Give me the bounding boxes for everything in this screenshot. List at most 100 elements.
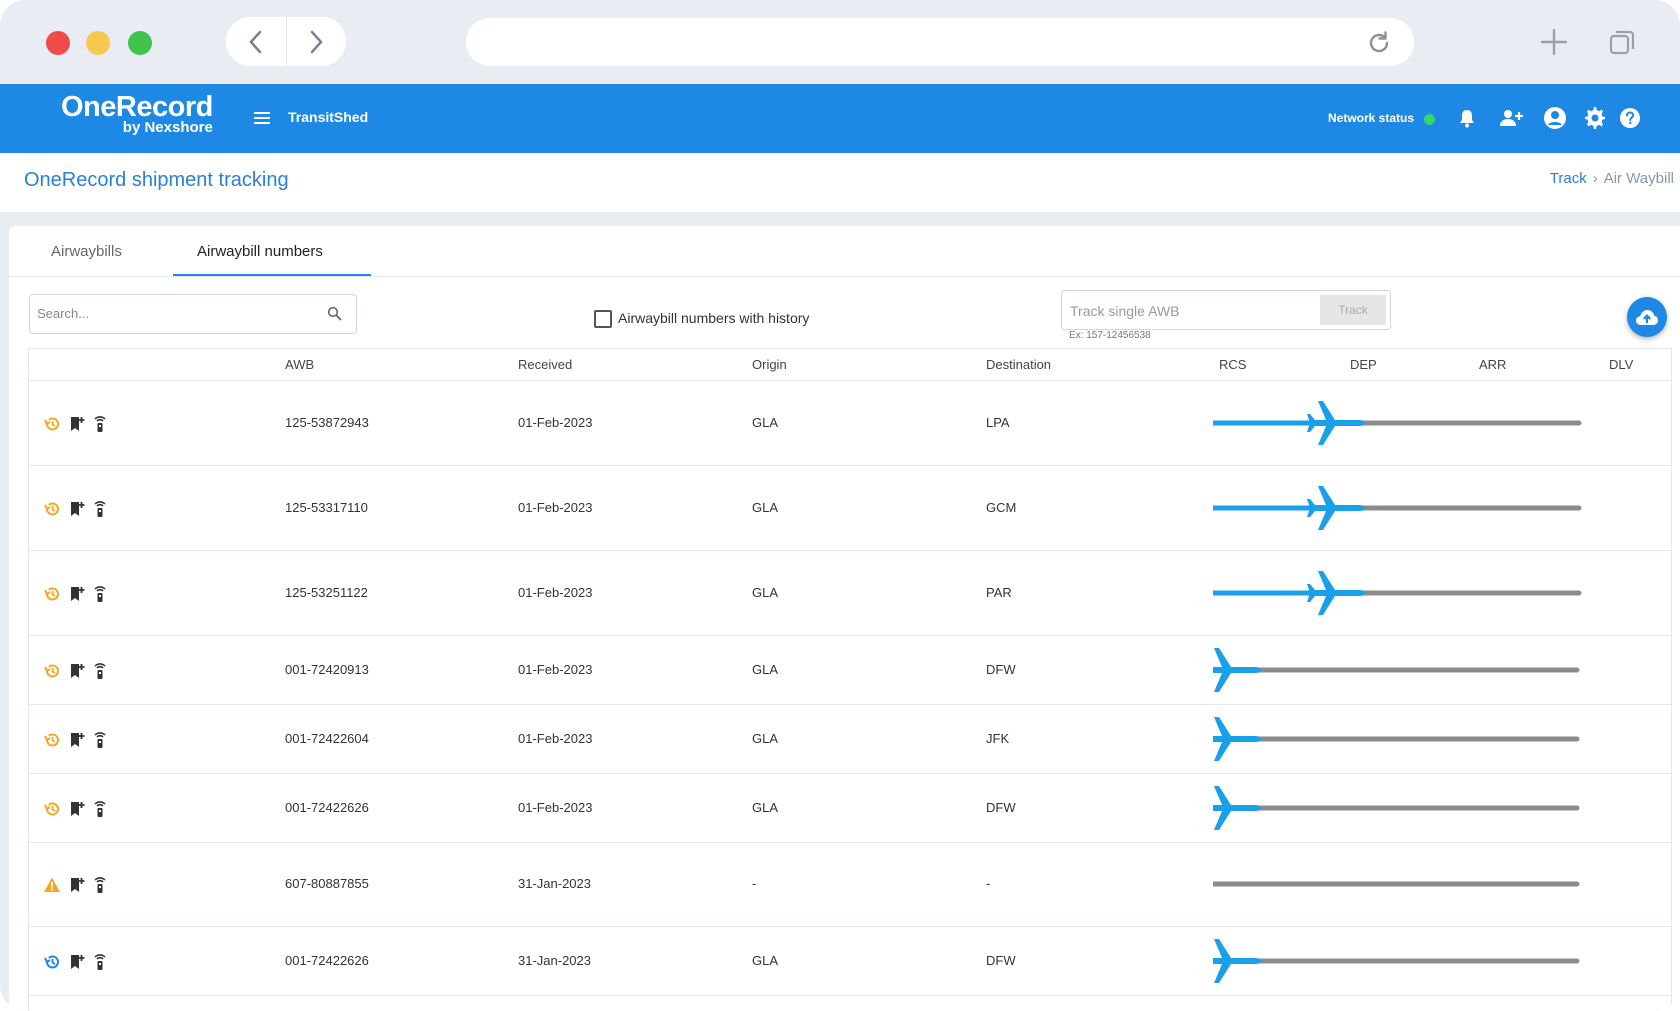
bookmark-icon[interactable]: [68, 876, 86, 894]
row-actions: [43, 876, 123, 896]
warning-icon[interactable]: [43, 876, 61, 894]
bell-icon[interactable]: [1456, 107, 1478, 129]
tab-airwaybills[interactable]: Airwaybills: [51, 243, 122, 260]
tab-airwaybill-numbers[interactable]: Airwaybill numbers: [197, 243, 323, 260]
table-row[interactable]: 125-53251122 01-Feb-2023 GLA PAR: [29, 550, 1671, 636]
destination-cell: DFW: [986, 662, 1016, 677]
add-user-icon[interactable]: [1498, 107, 1524, 129]
sensor-icon[interactable]: [91, 585, 109, 603]
received-cell: 01-Feb-2023: [518, 585, 593, 600]
upload-button[interactable]: [1627, 297, 1667, 337]
sensor-icon[interactable]: [91, 876, 109, 894]
shipment-progress: [1213, 486, 1582, 530]
destination-cell: LPA: [986, 415, 1010, 430]
track-hint: Ex: 157-12456538: [1069, 330, 1151, 341]
history-icon[interactable]: [43, 500, 61, 518]
history-icon[interactable]: [43, 415, 61, 433]
origin-cell: GLA: [752, 585, 779, 600]
row-actions: [43, 800, 123, 820]
reload-icon[interactable]: [1366, 30, 1392, 56]
received-cell: 01-Feb-2023: [518, 500, 593, 515]
shipment-progress: [1213, 939, 1580, 983]
table-row[interactable]: 001-72420913 01-Feb-2023 GLA DFW: [29, 635, 1671, 705]
awb-cell[interactable]: 001-72422626: [285, 953, 369, 968]
bookmark-icon[interactable]: [68, 662, 86, 680]
search-input[interactable]: Search...: [29, 294, 357, 334]
history-icon[interactable]: [43, 800, 61, 818]
col-destination[interactable]: Destination: [986, 357, 1051, 372]
bookmark-icon[interactable]: [68, 500, 86, 518]
history-blue-icon[interactable]: [43, 953, 61, 971]
awb-cell[interactable]: 001-72420913: [285, 662, 369, 677]
shipment-progress: [1213, 401, 1582, 445]
sensor-icon[interactable]: [91, 731, 109, 749]
awb-cell[interactable]: 607-80887855: [285, 876, 369, 891]
sensor-icon[interactable]: [91, 500, 109, 518]
received-cell: 31-Jan-2023: [518, 953, 591, 968]
table-row[interactable]: 001-72422604 01-Feb-2023 GLA JFK: [29, 704, 1671, 774]
history-checkbox-label[interactable]: Airwaybill numbers with history: [618, 310, 809, 326]
col-origin[interactable]: Origin: [752, 357, 787, 372]
breadcrumb-separator: ›: [1592, 170, 1598, 187]
settings-icon[interactable]: [1584, 107, 1606, 129]
history-icon[interactable]: [43, 731, 61, 749]
destination-cell: GCM: [986, 500, 1017, 515]
row-actions: [43, 953, 123, 973]
forward-button[interactable]: [286, 17, 346, 66]
row-actions: [43, 662, 123, 682]
breadcrumb-current: Air Waybill: [1603, 170, 1674, 187]
awb-cell[interactable]: 125-53872943: [285, 415, 369, 430]
search-icon[interactable]: [327, 306, 342, 321]
track-button[interactable]: Track: [1320, 295, 1386, 325]
new-tab-icon[interactable]: [1540, 28, 1568, 56]
history-checkbox[interactable]: [594, 310, 612, 328]
track-awb-input[interactable]: Track single AWB: [1070, 303, 1179, 319]
awb-table: AWB Received Origin Destination RCS DEP …: [28, 348, 1672, 1011]
back-button[interactable]: [226, 17, 287, 66]
help-icon[interactable]: [1619, 107, 1641, 129]
shipment-progress: [1213, 648, 1580, 692]
destination-cell: DFW: [986, 953, 1016, 968]
bookmark-icon[interactable]: [68, 415, 86, 433]
bookmark-icon[interactable]: [68, 585, 86, 603]
origin-cell: GLA: [752, 800, 779, 815]
history-icon[interactable]: [43, 662, 61, 680]
awb-cell[interactable]: 001-72422604: [285, 731, 369, 746]
bookmark-icon[interactable]: [68, 800, 86, 818]
tab-bar: Airwaybills Airwaybill numbers: [9, 226, 1680, 277]
col-awb[interactable]: AWB: [285, 357, 314, 372]
sensor-icon[interactable]: [91, 415, 109, 433]
cloud-upload-icon: [1636, 310, 1658, 325]
minimize-window-button[interactable]: [86, 31, 110, 55]
table-row[interactable]: 125-53317110 01-Feb-2023 GLA GCM: [29, 465, 1671, 551]
table-row[interactable]: 001-72422626 31-Jan-2023 GLA DFW: [29, 926, 1671, 996]
table-row[interactable]: 001-72422626 01-Feb-2023 GLA DFW: [29, 773, 1671, 843]
table-row[interactable]: 125-53872943 01-Feb-2023 GLA LPA: [29, 381, 1671, 466]
account-icon[interactable]: [1543, 106, 1567, 130]
tabs-icon[interactable]: [1608, 28, 1636, 56]
origin-cell: GLA: [752, 953, 779, 968]
awb-cell[interactable]: 001-72422626: [285, 800, 369, 815]
sensor-icon[interactable]: [91, 662, 109, 680]
close-window-button[interactable]: [46, 31, 70, 55]
history-icon[interactable]: [43, 585, 61, 603]
table-row[interactable]: 607-80887855 31-Jan-2023 - -: [29, 842, 1671, 927]
sensor-icon[interactable]: [91, 800, 109, 818]
menu-icon[interactable]: [252, 108, 272, 128]
page-title-bar: OneRecord shipment tracking Track › Air Wa…: [0, 153, 1680, 212]
browser-chrome: [0, 0, 1680, 84]
awb-cell[interactable]: 125-53317110: [285, 500, 368, 515]
address-bar[interactable]: [466, 18, 1414, 66]
destination-cell: -: [986, 876, 991, 891]
maximize-window-button[interactable]: [128, 31, 152, 55]
origin-cell: GLA: [752, 415, 779, 430]
sensor-icon[interactable]: [91, 953, 109, 971]
breadcrumb-track-link[interactable]: Track: [1550, 170, 1587, 187]
bookmark-icon[interactable]: [68, 953, 86, 971]
col-rcs: RCS: [1219, 357, 1247, 372]
awb-cell[interactable]: 125-53251122: [285, 585, 368, 600]
received-cell: 01-Feb-2023: [518, 800, 593, 815]
bookmark-icon[interactable]: [68, 731, 86, 749]
col-received[interactable]: Received: [518, 357, 572, 372]
logo[interactable]: OneRecord by Nexshore: [61, 92, 213, 136]
